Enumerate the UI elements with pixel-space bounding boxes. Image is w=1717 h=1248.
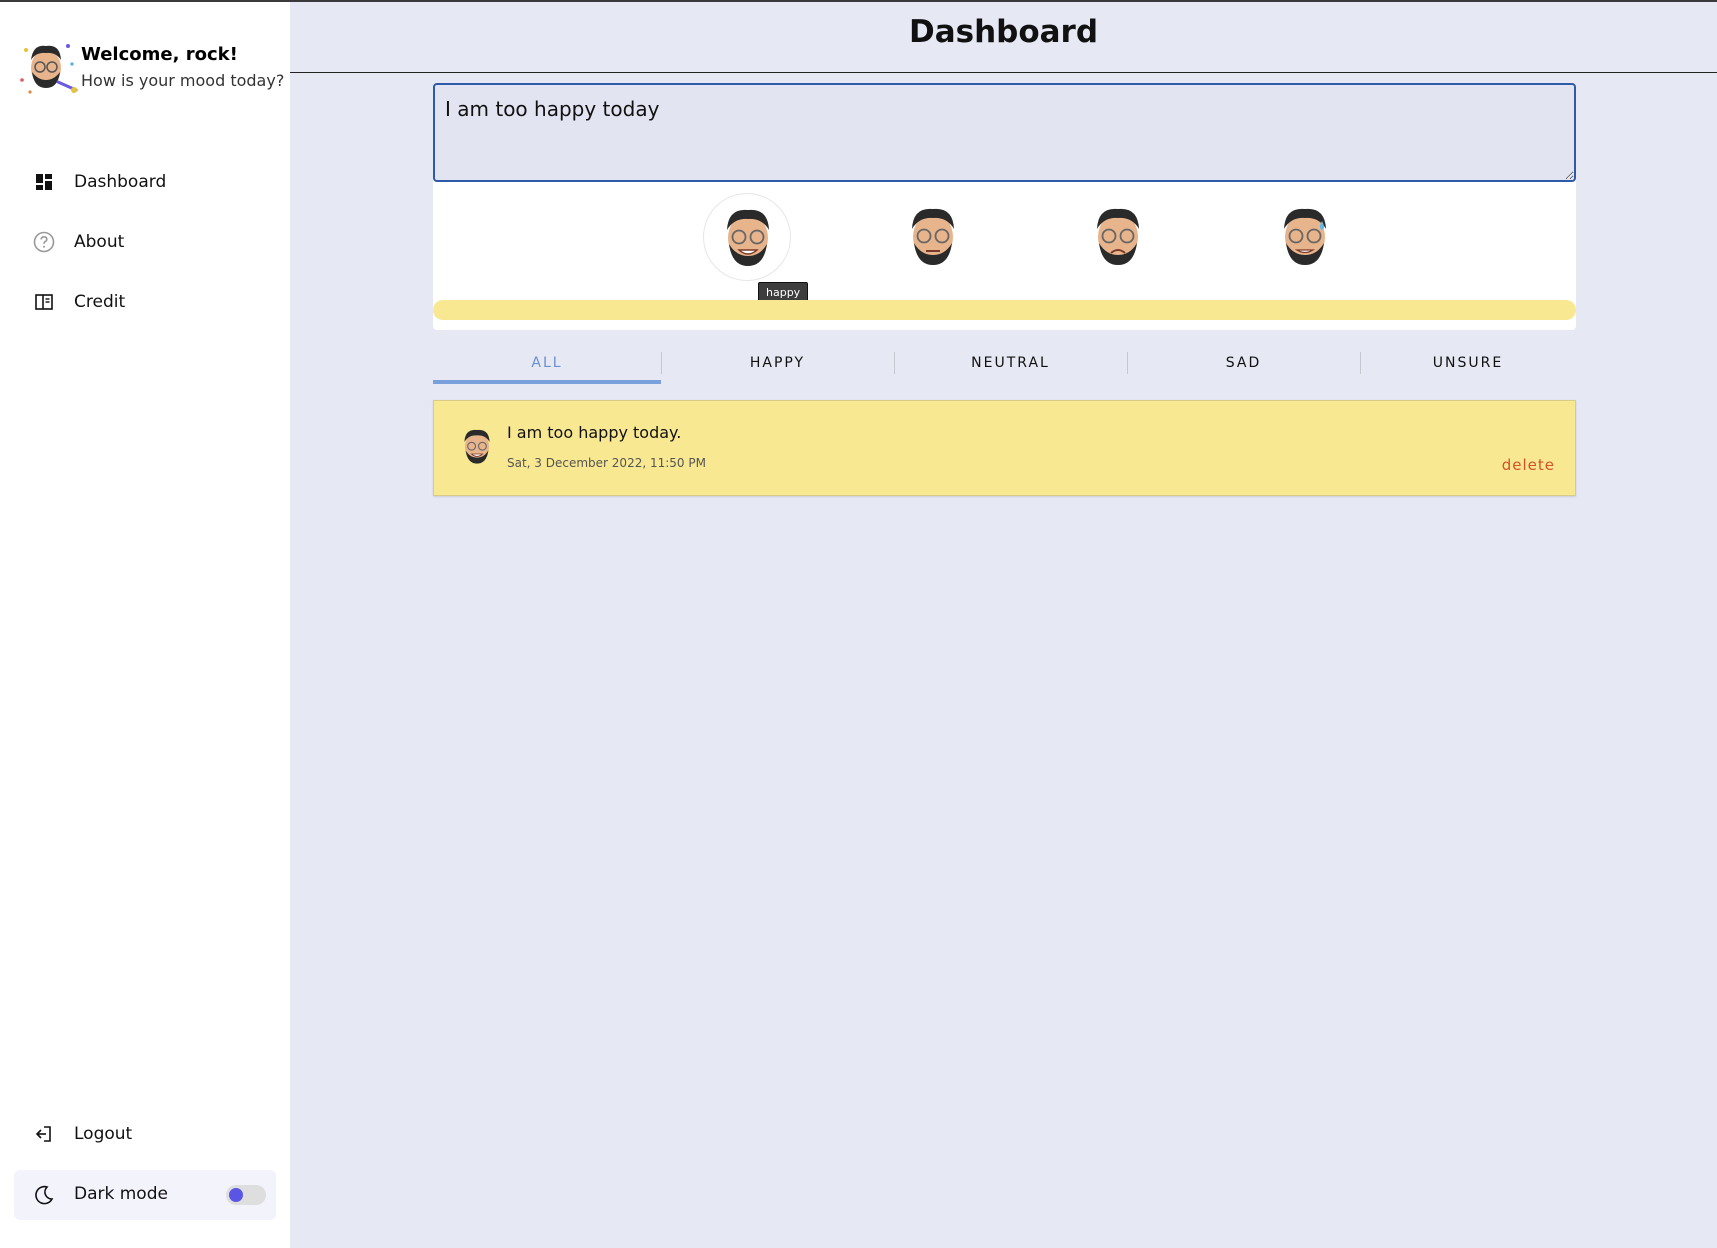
dashboard-icon [33,171,55,193]
sidebar-item-label: Credit [74,292,126,312]
tab-unsure[interactable]: UNSURE [1360,348,1576,384]
help-circle-icon [33,231,55,253]
tab-all[interactable]: ALL [433,348,661,384]
profile-header: Welcome, rock! How is your mood today? [18,38,290,98]
mood-selector [433,193,1576,293]
mood-question: How is your mood today? [81,71,285,90]
moon-icon [33,1184,55,1206]
neutral-face-icon [912,208,954,265]
tab-sad[interactable]: SAD [1127,348,1360,384]
tab-neutral[interactable]: NEUTRAL [894,348,1127,384]
dark-mode-row: Dark mode [14,1170,276,1220]
mood-filter-tabs: ALL HAPPY NEUTRAL SAD UNSURE [433,348,1576,384]
header-divider [290,72,1717,73]
unsure-face-icon [1284,208,1326,265]
logout-icon [33,1123,55,1145]
sidebar-item-label: About [74,232,125,252]
sidebar-nav: Dashboard About Credit [0,152,290,332]
mood-entries-list: I am too happy today. Sat, 3 December 20… [433,400,1576,496]
sidebar-item-label: Dashboard [74,172,167,192]
welcome-heading: Welcome, rock! [81,44,238,65]
dark-mode-label: Dark mode [74,1184,168,1204]
sidebar-item-dashboard[interactable]: Dashboard [0,152,290,212]
delete-button[interactable]: delete [1502,456,1555,474]
mood-tooltip: happy [758,282,809,302]
book-icon [33,291,55,313]
sad-face-icon [1097,208,1139,265]
page-title: Dashboard [908,14,1099,50]
logout-label: Logout [74,1124,133,1144]
mood-option-neutral[interactable] [889,193,977,281]
sidebar-item-credit[interactable]: Credit [0,272,290,332]
logout-button[interactable]: Logout [0,1104,290,1164]
entry-timestamp: Sat, 3 December 2022, 11:50 PM [507,456,706,470]
mood-text-input[interactable]: I am too happy today [433,83,1576,182]
mood-entry-card: I am too happy today happy [433,83,1576,330]
mood-option-sad[interactable] [1074,193,1162,281]
toggle-knob [229,1188,243,1202]
sidebar: Welcome, rock! How is your mood today? D… [0,2,290,1248]
dark-mode-toggle[interactable] [226,1185,266,1205]
mood-option-happy[interactable] [703,193,791,281]
entry-text: I am too happy today. [507,423,682,442]
mood-entry-item: I am too happy today. Sat, 3 December 20… [433,400,1576,496]
mood-option-unsure[interactable] [1261,193,1349,281]
entry-avatar-icon [459,423,495,471]
mood-color-bar [433,300,1576,320]
tab-happy[interactable]: HAPPY [661,348,894,384]
sidebar-item-about[interactable]: About [0,212,290,272]
user-avatar [18,38,78,98]
happy-face-icon [727,209,769,266]
